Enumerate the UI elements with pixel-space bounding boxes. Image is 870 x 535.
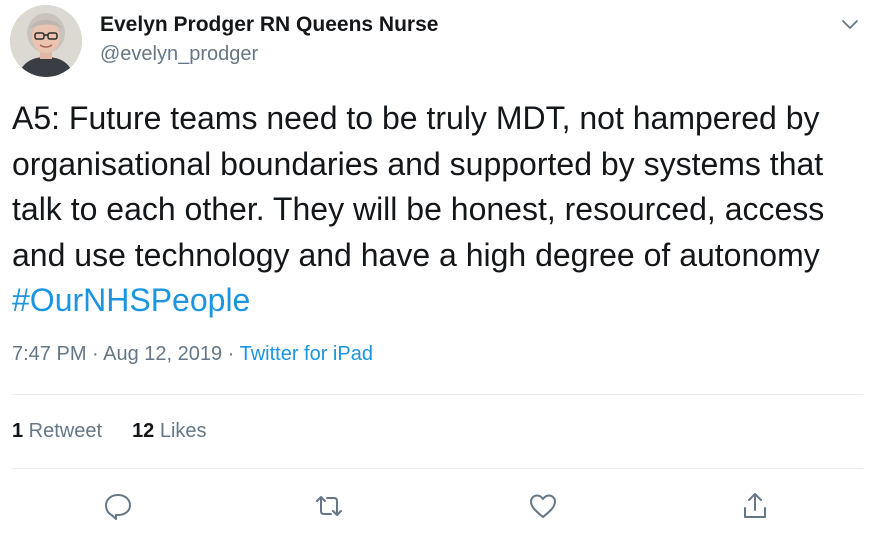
likes-label: Likes (154, 420, 207, 442)
meta-separator: · (86, 343, 104, 365)
tweet-time[interactable]: 7:47 PM (12, 343, 86, 365)
avatar[interactable] (10, 5, 82, 77)
tweet-stats: 1 Retweet 12 Likes (12, 420, 207, 443)
retweets-label: Retweet (23, 420, 103, 442)
reply-icon[interactable] (102, 490, 134, 522)
retweets-stat[interactable]: 1 Retweet (12, 420, 102, 443)
hashtag-link[interactable]: #OurNHSPeople (12, 282, 250, 318)
tweet: Evelyn Prodger RN Queens Nurse @evelyn_p… (0, 0, 870, 535)
retweet-icon[interactable] (313, 490, 345, 522)
divider (12, 394, 863, 395)
author-display-name[interactable]: Evelyn Prodger RN Queens Nurse (100, 13, 438, 37)
tweet-timestamp: 7:47 PM · Aug 12, 2019 · Twitter for iPa… (12, 343, 373, 366)
retweets-count: 1 (12, 420, 24, 442)
avatar-image (10, 5, 82, 77)
author-handle[interactable]: @evelyn_prodger (100, 43, 258, 66)
meta-separator: · (222, 343, 240, 365)
likes-count: 12 (132, 420, 155, 442)
tweet-source-link[interactable]: Twitter for iPad (240, 343, 373, 365)
chevron-down-icon[interactable] (838, 12, 862, 36)
tweet-text: A5: Future teams need to be truly MDT, n… (12, 96, 867, 324)
share-icon[interactable] (739, 490, 771, 522)
likes-stat[interactable]: 12 Likes (132, 420, 207, 443)
tweet-text-content: A5: Future teams need to be truly MDT, n… (12, 100, 825, 273)
divider (12, 468, 863, 469)
tweet-date[interactable]: Aug 12, 2019 (103, 343, 222, 365)
heart-icon[interactable] (527, 490, 559, 522)
